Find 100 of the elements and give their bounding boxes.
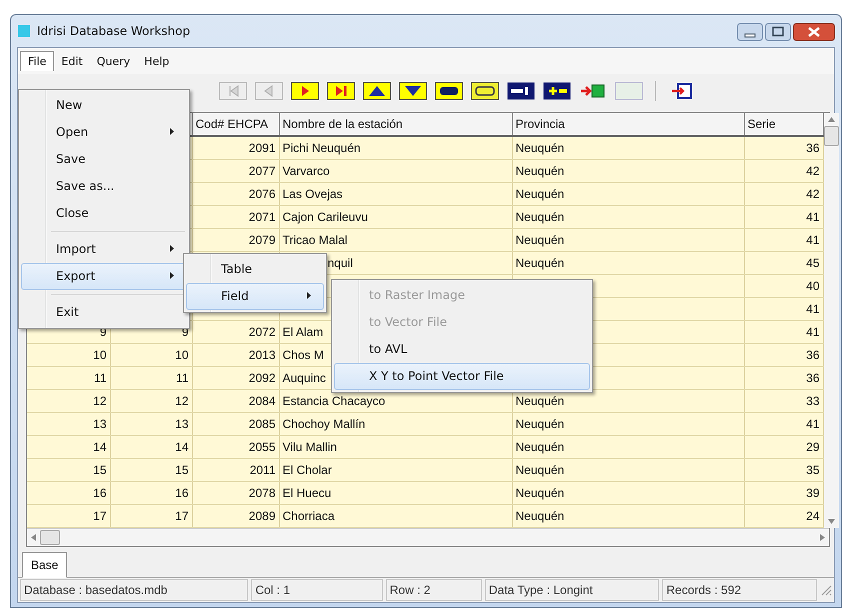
table-cell: 41 <box>806 302 820 316</box>
table-cell: Neuquén <box>516 187 564 201</box>
table-cell: 2013 <box>248 348 276 362</box>
table-cell: 36 <box>806 141 820 155</box>
table-cell: 10 <box>175 348 188 362</box>
table-cell: Neuquén <box>516 394 564 408</box>
table-cell: 40 <box>806 279 820 293</box>
table-cell: Tricao Malal <box>282 233 348 247</box>
table-cell: 33 <box>806 394 820 408</box>
close-button[interactable] <box>793 23 835 41</box>
menu-item[interactable]: X Y to Point Vector File <box>334 363 590 390</box>
goggles-icon[interactable] <box>435 82 463 100</box>
table-cell: 42 <box>806 164 820 178</box>
table-cell: 15 <box>93 463 106 477</box>
menu-item[interactable]: Save <box>21 146 187 173</box>
table-cell: Neuquén <box>516 417 564 431</box>
table-cell: 24 <box>806 509 820 523</box>
table-cell: 42 <box>806 187 820 201</box>
table-cell: 2092 <box>248 371 276 385</box>
table-cell: 16 <box>175 486 188 500</box>
triangle-up-icon[interactable] <box>363 82 391 100</box>
menu-item[interactable]: Field <box>186 283 324 310</box>
table-cell: Neuquén <box>516 233 564 247</box>
table-cell: nquil <box>328 256 353 270</box>
scroll-left-arrow-icon[interactable] <box>31 534 36 541</box>
table-cell: 2072 <box>248 325 276 339</box>
table-cell: 36 <box>806 348 820 362</box>
triangle-down-icon[interactable] <box>399 82 427 100</box>
window-title: Idrisi Database Workshop <box>37 24 190 38</box>
table-cell: 2011 <box>250 463 276 477</box>
table-cell: 11 <box>176 371 188 385</box>
status-panel: Row : 2 <box>386 579 482 601</box>
menu-item[interactable]: Open <box>21 119 187 146</box>
table-cell: 2091 <box>248 141 276 155</box>
arrow-box-icon[interactable] <box>579 82 607 100</box>
table-cell: 41 <box>806 325 820 339</box>
next-icon[interactable] <box>291 82 319 100</box>
status-panel: Data Type : Longint <box>484 579 660 601</box>
menu-item[interactable]: Exit <box>21 299 187 326</box>
table-cell: Neuquén <box>516 486 564 500</box>
table-cell: 14 <box>93 440 106 454</box>
menu-bar-item[interactable]: Edit <box>54 52 90 70</box>
menu-item[interactable]: Import <box>21 236 187 263</box>
skip-last-icon[interactable] <box>327 82 355 100</box>
menu-bar-item[interactable]: Help <box>137 52 176 70</box>
table-cell: Neuquén <box>516 440 564 454</box>
table-cell: 12 <box>93 394 106 408</box>
table-cell: Chochoy Mallín <box>282 417 366 431</box>
column-header[interactable]: Serie <box>744 113 823 136</box>
table-cell: 11 <box>94 371 106 385</box>
table-cell: El Cholar <box>282 463 332 477</box>
status-panel: Database : basedatos.mdb <box>20 579 248 601</box>
maximize-button[interactable] <box>765 23 791 41</box>
table-cell: 39 <box>806 486 820 500</box>
table-cell: 13 <box>175 417 188 431</box>
table-cell: 13 <box>93 417 106 431</box>
table-cell: 2078 <box>248 486 276 500</box>
scroll-thumb[interactable] <box>824 126 838 146</box>
minus-field-icon[interactable] <box>507 82 535 100</box>
table-cell: 2079 <box>248 233 276 247</box>
menu-item[interactable]: Save as... <box>21 173 187 200</box>
menu-item[interactable]: to AVL <box>334 336 590 363</box>
horizontal-scrollbar[interactable] <box>27 528 829 546</box>
table-cell: 2071 <box>248 210 276 224</box>
table-cell: 12 <box>175 394 188 408</box>
table-cell: Auquinc <box>282 371 326 385</box>
menu-bar-item[interactable]: File <box>20 51 54 71</box>
table-cell: El Huecu <box>282 486 332 500</box>
column-header[interactable]: Provincia <box>512 113 744 136</box>
resize-grip-icon[interactable] <box>820 584 832 596</box>
table-cell: 29 <box>806 440 820 454</box>
column-header[interactable]: Cod# EHCPA <box>192 113 279 136</box>
table-cell: Las Ovejas <box>282 187 343 201</box>
table-cell: Varvarco <box>282 164 330 178</box>
table-cell: 2089 <box>248 509 276 523</box>
menu-item[interactable]: Close <box>21 200 187 227</box>
scroll-right-arrow-icon[interactable] <box>820 534 825 541</box>
scroll-down-arrow-icon[interactable] <box>828 519 834 524</box>
table-cell: 17 <box>175 509 188 523</box>
table-cell: 45 <box>806 256 820 270</box>
table-cell: Neuquén <box>516 141 564 155</box>
goggles-outline-icon[interactable] <box>471 82 499 100</box>
menu-item[interactable]: Table <box>186 256 324 283</box>
table-cell: 17 <box>93 509 106 523</box>
scroll-up-arrow-icon[interactable] <box>828 117 834 122</box>
minimize-button[interactable] <box>737 23 763 41</box>
table-cell: Vilu Mallin <box>282 440 337 454</box>
vertical-scrollbar[interactable] <box>824 113 838 528</box>
menu-item[interactable]: New <box>21 92 187 119</box>
scroll-thumb[interactable] <box>40 530 60 545</box>
table-cell: 2076 <box>248 187 276 201</box>
column-header[interactable]: Nombre de la estación <box>279 113 512 136</box>
table-cell: 14 <box>175 440 188 454</box>
table-cell: 41 <box>806 233 820 247</box>
table-cell: Neuquén <box>516 256 564 270</box>
menu-bar-item[interactable]: Query <box>90 52 138 70</box>
table-cell: Estancia Chacayco <box>282 394 386 408</box>
table-cell: El Alam <box>282 325 324 339</box>
sheet-tab[interactable]: Base <box>22 552 68 578</box>
plus-field-icon[interactable] <box>543 82 571 100</box>
